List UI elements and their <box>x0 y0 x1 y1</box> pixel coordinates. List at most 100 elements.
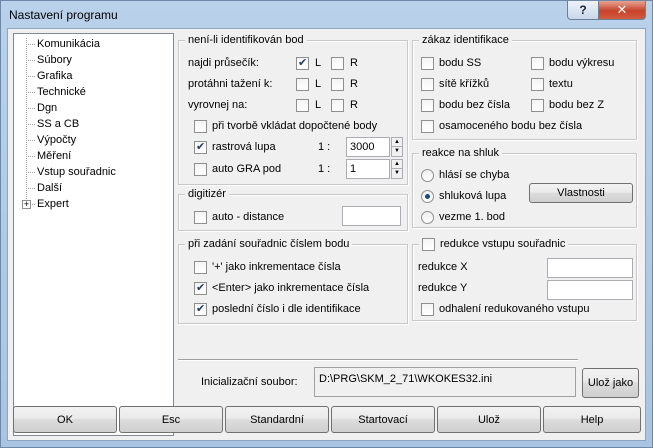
dialog-window: Nastavení programu ? ✕ Komunikácia Súbor… <box>0 0 653 448</box>
spin-down-icon[interactable]: ▼ <box>392 147 402 156</box>
cluster-first-label: vezme 1. bod <box>439 211 506 223</box>
identification-legend: není-li identifikován bod <box>185 33 307 47</box>
cluster-first-radio[interactable] <box>421 210 434 224</box>
intersection-R-checkbox[interactable] <box>331 56 344 70</box>
cluster-error-radio[interactable] <box>421 168 434 182</box>
intersection-label: najdi průsečík: <box>188 57 259 69</box>
cluster-zoom-row[interactable]: shluková lupa <box>421 188 506 204</box>
auto-distance-row[interactable]: auto - distance <box>194 209 284 225</box>
insert-computed-checkbox[interactable] <box>194 119 207 133</box>
help-button[interactable]: Help <box>543 406 641 433</box>
help-title-button[interactable]: ? <box>567 1 599 20</box>
digitizer-group: digitizér auto - distance <box>178 187 408 231</box>
auto-distance-input[interactable] <box>342 206 401 226</box>
tree-item-dalsi[interactable]: Další <box>36 181 63 195</box>
enter-increment-row[interactable]: <Enter> jako inkrementace čísla <box>194 280 369 296</box>
identification-group: není-li identifikován bod najdi průsečík… <box>178 33 408 185</box>
reduction-reveal-checkbox[interactable] <box>421 302 434 316</box>
ban-grid-row[interactable]: sítě křížků <box>421 76 489 92</box>
reduction-legend[interactable]: redukce vstupu souřadnic <box>419 237 569 251</box>
reduction-enable-checkbox[interactable] <box>422 237 435 251</box>
startup-button[interactable]: Startovací <box>331 406 435 433</box>
ban-text-row[interactable]: textu <box>531 76 573 92</box>
auto-distance-checkbox[interactable] <box>194 210 207 224</box>
cluster-error-row[interactable]: hlásí se chyba <box>421 167 509 183</box>
ban-no-number-row[interactable]: bodu bez čísla <box>421 97 510 113</box>
ban-ss-row[interactable]: bodu SS <box>421 55 481 71</box>
tree-item-subory[interactable]: Súbory <box>36 53 73 67</box>
ban-drawing-point-row[interactable]: bodu výkresu <box>531 55 614 71</box>
reduction-reveal-row[interactable]: odhalení redukovaného vstupu <box>421 301 589 317</box>
tree-guide <box>26 92 35 93</box>
cluster-first-row[interactable]: vezme 1. bod <box>421 209 505 225</box>
tree-item-vypocty[interactable]: Výpočty <box>36 133 77 147</box>
cluster-error-label: hlásí se chyba <box>439 169 510 181</box>
ban-no-number-checkbox[interactable] <box>421 98 434 112</box>
tree-item-expert[interactable]: Expert <box>36 197 70 211</box>
raster-zoom-checkbox[interactable] <box>194 140 207 154</box>
ban-isolated-row[interactable]: osamoceného bodu bez čísla <box>421 118 582 134</box>
plus-increment-row[interactable]: '+' jako inkrementace čísla <box>194 259 341 275</box>
tree-item-ss-a-cb[interactable]: SS a CB <box>36 117 80 131</box>
tree-guide <box>26 44 35 45</box>
tree-item-komunikacia[interactable]: Komunikácia <box>36 37 101 51</box>
auto-gra-spinner[interactable]: ▲ ▼ <box>391 159 403 179</box>
reduction-group: redukce vstupu souřadnic redukce X reduk… <box>412 237 637 321</box>
last-number-checkbox[interactable] <box>194 302 207 316</box>
tree-item-technicke[interactable]: Technické <box>36 85 87 99</box>
extension-row: protáhni tažení k: L R <box>188 76 358 92</box>
standard-button[interactable]: Standardní <box>225 406 329 433</box>
raster-zoom-input[interactable]: 3000 <box>346 137 390 157</box>
tree-item-mereni[interactable]: Měření <box>36 149 72 163</box>
spin-down-icon[interactable]: ▼ <box>392 169 402 178</box>
ban-drawing-point-checkbox[interactable] <box>531 56 544 70</box>
ban-no-z-checkbox[interactable] <box>531 98 544 112</box>
auto-gra-input[interactable]: 1 <box>346 159 390 179</box>
ban-no-z-row[interactable]: bodu bez Z <box>531 97 604 113</box>
auto-distance-label: auto - distance <box>212 211 285 223</box>
title-bar[interactable]: Nastavení programu ? ✕ <box>1 1 652 29</box>
spin-up-icon[interactable]: ▲ <box>392 138 402 147</box>
insert-computed-row[interactable]: při tvorbě vkládat dopočtené body <box>194 118 377 134</box>
ban-text-label: textu <box>549 78 573 90</box>
expand-plus-icon[interactable]: + <box>22 200 31 209</box>
tree-guide <box>26 38 27 201</box>
intersection-L-checkbox[interactable] <box>296 56 309 70</box>
save-button[interactable]: Ulož <box>437 406 541 433</box>
extension-L-checkbox[interactable] <box>296 77 309 91</box>
align-label: vyrovnej na: <box>188 99 248 111</box>
ban-text-checkbox[interactable] <box>531 77 544 91</box>
ban-isolated-checkbox[interactable] <box>421 119 434 133</box>
align-L-checkbox[interactable] <box>296 98 309 112</box>
close-button[interactable]: ✕ <box>598 1 646 20</box>
reduction-x-input[interactable] <box>547 258 633 278</box>
init-separator <box>178 359 578 361</box>
spin-up-icon[interactable]: ▲ <box>392 160 402 169</box>
raster-zoom-spinner[interactable]: ▲ ▼ <box>391 137 403 157</box>
auto-gra-checkbox[interactable] <box>194 162 207 176</box>
tree-item-grafika[interactable]: Grafika <box>36 69 73 83</box>
ban-ss-checkbox[interactable] <box>421 56 434 70</box>
enter-increment-checkbox[interactable] <box>194 281 207 295</box>
ban-grid-checkbox[interactable] <box>421 77 434 91</box>
plus-increment-checkbox[interactable] <box>194 260 207 274</box>
last-number-label: poslední číslo i dle identifikace <box>212 303 361 315</box>
reduction-y-row: redukce Y <box>418 280 467 296</box>
tree-item-dgn[interactable]: Dgn <box>36 101 58 115</box>
reduction-y-input[interactable] <box>547 280 633 300</box>
ok-button[interactable]: OK <box>13 406 117 433</box>
align-R-checkbox[interactable] <box>331 98 344 112</box>
properties-button[interactable]: Vlastnosti <box>529 183 633 203</box>
last-number-row[interactable]: poslední číslo i dle identifikace <box>194 301 361 317</box>
auto-gra-ratio-label: 1 : <box>318 163 331 175</box>
save-as-button[interactable]: Ulož jako <box>582 368 639 398</box>
settings-tree[interactable]: Komunikácia Súbory Grafika Technické Dgn… <box>13 33 174 436</box>
cluster-zoom-radio[interactable] <box>421 189 434 203</box>
tree-guide <box>26 172 35 173</box>
tree-guide <box>26 156 35 157</box>
tree-guide <box>26 76 35 77</box>
extension-R-checkbox[interactable] <box>331 77 344 91</box>
tree-item-vstup-souradnic[interactable]: Vstup souřadnic <box>36 165 117 179</box>
raster-zoom-label: rastrová lupa <box>212 141 276 153</box>
esc-button[interactable]: Esc <box>119 406 223 433</box>
